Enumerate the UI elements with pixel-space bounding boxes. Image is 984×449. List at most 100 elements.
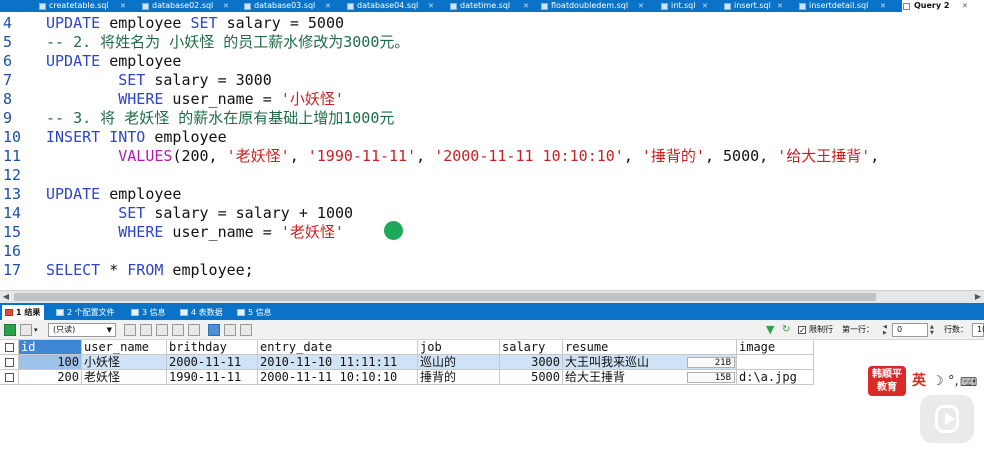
tab-profile[interactable]: 2 个配置文件 [56, 305, 115, 320]
reset-filter-icon[interactable]: ↻ [782, 320, 790, 340]
code-line[interactable]: 9 -- 3. 将 老妖怪 的薪水在原有基础上增加1000元 [0, 109, 984, 128]
sql-editor[interactable]: 4 UPDATE employee SET salary = 5000 5 -- 2.… [0, 12, 984, 290]
video-play-icon[interactable] [920, 395, 974, 443]
cell-user-name[interactable]: 老妖怪 [82, 370, 167, 385]
tab-int[interactable]: int.sql ✕ [660, 0, 708, 12]
code-line[interactable]: 6 UPDATE employee [0, 52, 984, 71]
close-icon[interactable]: ✕ [638, 0, 644, 12]
column-header-resume[interactable]: resume [563, 340, 737, 355]
close-icon[interactable]: ✕ [962, 0, 968, 12]
scroll-right-icon[interactable]: ▶ [972, 291, 984, 303]
tab-database04[interactable]: database04.sql ✕ [346, 0, 434, 12]
filter-icon[interactable]: ▼ [766, 320, 774, 340]
tab-info[interactable]: 3 信息 [131, 305, 166, 320]
tab-database02[interactable]: database02.sql ✕ [141, 0, 229, 12]
first-row-increment-icon[interactable]: ▲ ▼ [930, 324, 937, 336]
code-line[interactable]: 4 UPDATE employee SET salary = 5000 [0, 14, 984, 33]
code-line[interactable]: 12 [0, 166, 984, 185]
tab-floatdoubledem[interactable]: floatdoubledem.sql ✕ [540, 0, 644, 12]
editor-horizontal-scrollbar[interactable]: ◀ ▶ [0, 290, 984, 303]
cell-user-name[interactable]: 小妖怪 [82, 355, 167, 370]
keyboard-icon[interactable]: ⌨ [960, 374, 977, 390]
code-line[interactable]: 11 VALUES(200, '老妖怪', '1990-11-11', '200… [0, 147, 984, 166]
first-row-input[interactable]: 0 [892, 323, 928, 337]
cell-image[interactable] [737, 355, 814, 370]
edit-mode-select[interactable]: (只读) ▼ [48, 323, 116, 337]
form-view-icon[interactable] [224, 324, 236, 336]
cell-image[interactable]: d:\a.jpg [737, 370, 814, 385]
cell-id[interactable]: 200 [19, 370, 82, 385]
scrollbar-thumb[interactable] [14, 293, 876, 301]
code-line[interactable]: 10 INSERT INTO employee [0, 128, 984, 147]
grid-view-icon[interactable] [208, 324, 220, 336]
tab-info-2[interactable]: 5 信息 [237, 305, 272, 320]
code-line[interactable]: 13 UPDATE employee [0, 185, 984, 204]
cell-entry-date[interactable]: 2010-11-10 11:11:11 [258, 355, 418, 370]
select-all-checkbox[interactable] [5, 343, 14, 352]
tab-table-data[interactable]: 4 表数据 [180, 305, 223, 320]
cell-resume[interactable]: 给大王捶背 15B [563, 370, 737, 385]
code-line[interactable]: 15 WHERE user_name = '老妖怪' [0, 223, 984, 242]
tab-result[interactable]: 1 结果 [2, 305, 45, 320]
code-line[interactable]: 5 -- 2. 将姓名为 小妖怪 的员工薪水修改为3000元。 [0, 33, 984, 52]
cell-salary[interactable]: 3000 [500, 355, 563, 370]
row-count-input[interactable]: 10 [972, 323, 984, 337]
close-icon[interactable]: ✕ [702, 0, 708, 12]
save-icon[interactable] [156, 324, 168, 336]
first-row-decrement-icon[interactable]: ◀ ▶ [883, 324, 890, 336]
delete-icon[interactable] [172, 324, 184, 336]
code-line[interactable]: 17 SELECT * FROM employee; [0, 261, 984, 280]
ime-language-indicator[interactable]: 英 [912, 372, 926, 390]
refresh-icon[interactable] [188, 324, 200, 336]
column-header-image[interactable]: image [737, 340, 814, 355]
insert-row-icon[interactable] [124, 324, 136, 336]
select-all-cell[interactable] [0, 340, 19, 355]
cell-brithday[interactable]: 2000-11-11 [167, 355, 258, 370]
scroll-left-icon[interactable]: ◀ [0, 291, 12, 303]
tab-createtable[interactable]: createtable.sql ✕ [38, 0, 126, 12]
cell-job[interactable]: 捶背的 [418, 370, 500, 385]
code-line[interactable]: 8 WHERE user_name = '小妖怪' [0, 90, 984, 109]
blob-size-badge[interactable]: 15B [687, 372, 735, 383]
column-header-entry-date[interactable]: entry_date [258, 340, 418, 355]
tab-query-2[interactable]: Query 2 ✕ [902, 0, 984, 12]
row-select-cell[interactable] [0, 370, 19, 385]
punctuation-icon[interactable]: °, [948, 373, 959, 391]
cell-salary[interactable]: 5000 [500, 370, 563, 385]
close-icon[interactable]: ✕ [223, 0, 229, 12]
export-icon[interactable] [4, 324, 16, 336]
column-header-job[interactable]: job [418, 340, 500, 355]
column-header-id[interactable]: id [19, 340, 82, 355]
moon-icon[interactable]: ☽ [932, 373, 944, 391]
tab-insert[interactable]: insert.sql ✕ [723, 0, 783, 12]
close-icon[interactable]: ✕ [428, 0, 434, 12]
row-checkbox[interactable] [5, 373, 14, 382]
tab-database03[interactable]: database03.sql ✕ [243, 0, 331, 12]
code-line[interactable]: 14 SET salary = salary + 1000 [0, 204, 984, 223]
grid-options-icon[interactable] [20, 324, 32, 336]
close-icon[interactable]: ✕ [880, 0, 886, 12]
row-select-cell[interactable] [0, 355, 19, 370]
tab-insertdetail[interactable]: insertdetail.sql ✕ [798, 0, 886, 12]
blob-size-badge[interactable]: 21B [687, 357, 735, 368]
limit-rows-checkbox[interactable] [798, 321, 806, 341]
cell-brithday[interactable]: 1990-11-11 [167, 370, 258, 385]
text-view-icon[interactable] [240, 324, 252, 336]
column-header-salary[interactable]: salary [500, 340, 563, 355]
tab-datetime[interactable]: datetime.sql ✕ [449, 0, 529, 12]
code-line[interactable]: 16 [0, 242, 984, 261]
column-header-user-name[interactable]: user_name [82, 340, 167, 355]
column-header-brithday[interactable]: brithday [167, 340, 258, 355]
cell-job[interactable]: 巡山的 [418, 355, 500, 370]
close-icon[interactable]: ✕ [325, 0, 331, 12]
close-icon[interactable]: ✕ [777, 0, 783, 12]
close-icon[interactable]: ✕ [523, 0, 529, 12]
cell-entry-date[interactable]: 2000-11-11 10:10:10 [258, 370, 418, 385]
cell-resume[interactable]: 大王叫我来巡山 21B [563, 355, 737, 370]
duplicate-row-icon[interactable] [140, 324, 152, 336]
cell-id[interactable]: 100 [19, 355, 82, 370]
close-icon[interactable]: ✕ [120, 0, 126, 12]
dropdown-arrow-icon[interactable]: ▾ [34, 320, 38, 340]
row-checkbox[interactable] [5, 358, 14, 367]
code-line[interactable]: 7 SET salary = 3000 [0, 71, 984, 90]
